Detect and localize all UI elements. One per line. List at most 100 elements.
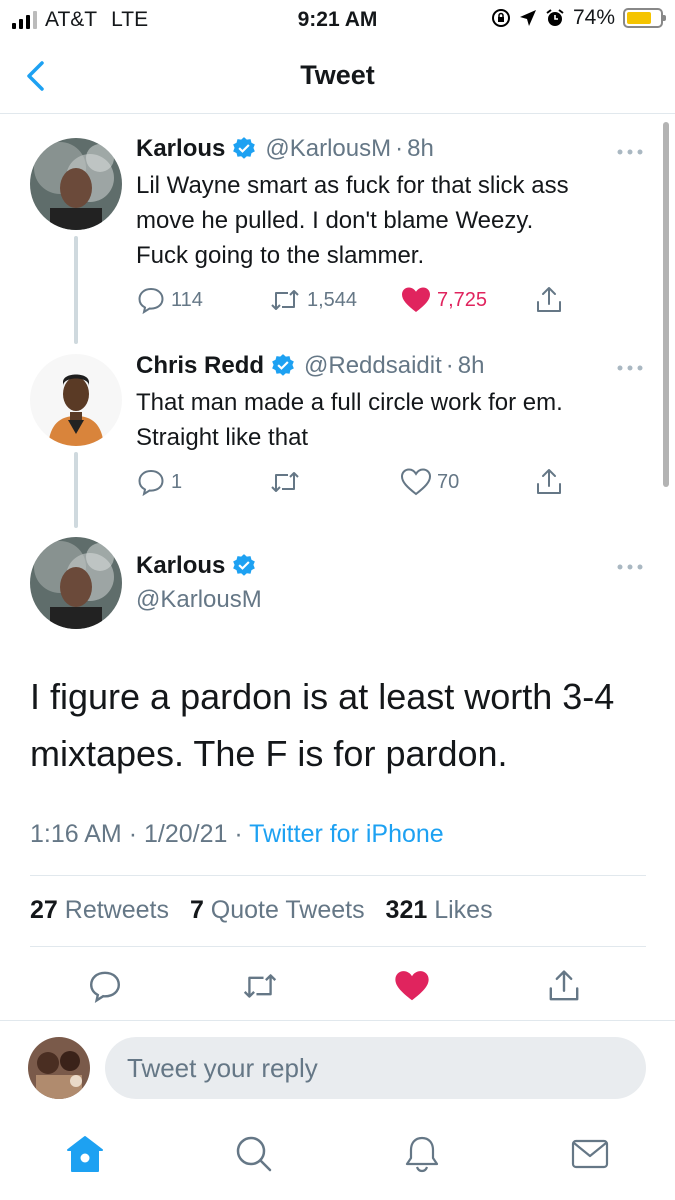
tweet-date: 1/20/21: [143, 820, 228, 848]
like-button[interactable]: [390, 964, 434, 1008]
separator-dot: ·: [395, 135, 404, 162]
reply-button[interactable]: [83, 964, 127, 1008]
separator-dot: ·: [234, 820, 243, 848]
quote-tweets-stat[interactable]: 7 Quote Tweets: [190, 896, 365, 924]
alarm-clock-icon: [546, 9, 564, 26]
status-bar: AT&T LTE 9:21 AM 74%: [0, 0, 675, 40]
tab-home[interactable]: [63, 1132, 107, 1176]
reply-button[interactable]: 1: [136, 467, 182, 497]
heart-filled-icon: [402, 287, 430, 312]
share-icon: [549, 970, 579, 1001]
main-tweet-text-line: mixtapes. The F is for pardon.: [30, 733, 508, 774]
thread-line: [74, 452, 78, 528]
tweet-text-line: Straight like that: [136, 424, 309, 451]
tweet-header: Chris Redd @Reddsaidit · 8h: [136, 352, 484, 380]
nav-header: Tweet: [0, 40, 675, 114]
tweet-header: Karlous @KarlousM · 8h: [136, 135, 434, 163]
share-button[interactable]: [534, 467, 569, 497]
quote-tweets-label: Quote Tweets: [210, 896, 365, 924]
author-name[interactable]: Karlous: [136, 135, 225, 163]
retweet-icon: [271, 290, 299, 310]
author-handle[interactable]: @Reddsaidit: [304, 352, 442, 380]
retweets-count: 27: [30, 896, 58, 924]
main-tweet-header: Karlous: [136, 552, 265, 580]
user-avatar[interactable]: [28, 1037, 90, 1099]
heart-outline-icon: [400, 468, 432, 496]
avatar-karlous[interactable]: [30, 537, 122, 629]
verified-badge-icon: [272, 354, 294, 376]
divider: [30, 875, 646, 876]
more-options-icon[interactable]: [612, 557, 648, 577]
tweet-time: 8h: [457, 352, 485, 379]
author-name[interactable]: Karlous: [136, 552, 225, 580]
reply-button[interactable]: 114: [136, 285, 203, 315]
reply-count: 114: [171, 288, 203, 311]
retweet-count: 1,544: [307, 288, 358, 311]
search-icon: [236, 1136, 272, 1172]
tweet-source-link[interactable]: Twitter for iPhone: [249, 820, 444, 848]
divider: [30, 946, 646, 947]
likes-label: Likes: [434, 896, 493, 924]
reply-count: 1: [171, 470, 183, 493]
like-count: 70: [437, 470, 460, 493]
tweet-text-line: That man made a full circle work for em.: [136, 389, 563, 416]
reply-input[interactable]: [105, 1037, 646, 1099]
like-count: 7,725: [437, 288, 488, 311]
notifications-bell-icon: [405, 1136, 439, 1173]
main-tweet-handle-row: @KarlousM: [136, 586, 262, 614]
reply-icon: [138, 469, 164, 497]
battery-percentage: 74%: [572, 6, 615, 29]
avatar-karlous[interactable]: [30, 138, 122, 230]
tweet-text-line: Lil Wayne smart as fuck for that slick a…: [136, 172, 569, 199]
page-title: Tweet: [300, 60, 375, 90]
heart-filled-icon: [395, 971, 429, 1001]
retweets-label: Retweets: [64, 896, 169, 924]
tweet-time: 8h: [407, 135, 434, 162]
home-icon: [67, 1136, 103, 1172]
tweet-text: That man made a full circle work for em.…: [136, 385, 646, 455]
avatar-chris-redd[interactable]: [30, 354, 122, 446]
battery-icon: [623, 8, 666, 28]
reply-icon: [89, 971, 121, 1003]
main-tweet-text: I figure a pardon is at least worth 3-4 …: [30, 668, 650, 782]
main-tweet-text-line: I figure a pardon is at least worth 3-4: [30, 676, 615, 717]
retweet-icon: [271, 472, 299, 492]
tweet-meta: 1:16 AM · 1/20/21 · Twitter for iPhone: [30, 820, 444, 849]
like-button[interactable]: 7,725: [400, 285, 487, 315]
retweet-icon: [243, 974, 277, 998]
separator-dot: ·: [128, 820, 138, 848]
tweet-stats: 27 Retweets 7 Quote Tweets 321 Likes: [30, 896, 507, 925]
tab-search[interactable]: [232, 1132, 276, 1176]
retweets-stat[interactable]: 27 Retweets: [30, 896, 169, 924]
share-icon: [537, 287, 561, 312]
tweet-text-line: Fuck going to the slammer.: [136, 242, 425, 269]
likes-stat[interactable]: 321 Likes: [386, 896, 493, 924]
quote-tweets-count: 7: [189, 896, 204, 924]
retweet-button[interactable]: [238, 964, 282, 1008]
messages-envelope-icon: [571, 1139, 609, 1169]
tab-notifications[interactable]: [400, 1132, 444, 1176]
share-icon: [537, 469, 561, 494]
tweet-timestamp: 1:16 AM: [30, 820, 122, 848]
scrollbar[interactable]: [663, 122, 669, 487]
verified-badge-icon: [233, 137, 256, 159]
author-handle[interactable]: @KarlousM: [136, 586, 262, 614]
thread-line: [74, 236, 78, 344]
retweet-button[interactable]: 1,544: [268, 285, 357, 315]
tab-bar: [0, 1116, 675, 1200]
author-handle[interactable]: @KarlousM: [265, 135, 391, 163]
tweet-text: Lil Wayne smart as fuck for that slick a…: [136, 168, 646, 273]
share-button[interactable]: [542, 964, 586, 1008]
share-button[interactable]: [534, 285, 569, 315]
author-name[interactable]: Chris Redd: [136, 352, 264, 380]
separator-dot: ·: [445, 352, 454, 379]
retweet-button[interactable]: [268, 467, 307, 497]
tab-messages[interactable]: [568, 1132, 612, 1176]
location-arrow-icon: [519, 10, 536, 26]
likes-count: 321: [385, 896, 428, 924]
like-button[interactable]: 70: [400, 467, 459, 497]
more-options-icon[interactable]: [612, 142, 648, 162]
more-options-icon[interactable]: [612, 358, 648, 378]
tweet-text-line: move he pulled. I don't blame Weezy.: [136, 207, 534, 234]
rotation-lock-icon: [491, 9, 510, 27]
